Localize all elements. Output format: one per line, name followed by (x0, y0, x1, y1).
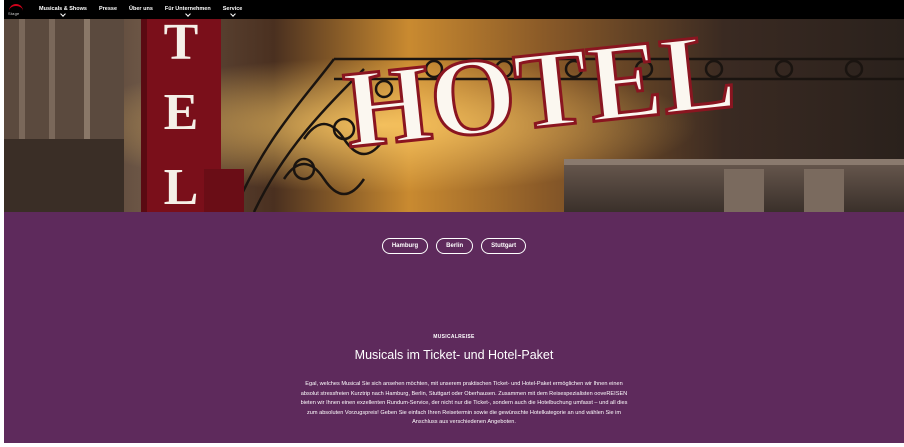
chevron-down-icon (60, 11, 66, 17)
nav-item-label: Presse (99, 6, 118, 12)
main-menu: Musicals & Shows Presse Über uns Für Unt… (33, 0, 248, 19)
stage-logo[interactable]: Stage (7, 3, 25, 17)
section-headline: Musicals im Ticket- und Hotel-Paket (354, 348, 554, 362)
chevron-down-icon (184, 11, 191, 17)
chevron-down-icon (229, 11, 236, 17)
svg-text:E: E (164, 84, 199, 141)
nav-item-ueber-uns[interactable]: Über uns (123, 0, 159, 19)
svg-text:L: L (164, 159, 199, 212)
hero-image: T E L HOTEL (4, 19, 904, 212)
svg-text:T: T (164, 19, 199, 71)
city-filter: Hamburg Berlin Stuttgart (4, 238, 904, 254)
section-kicker: MUSICALREISE (433, 334, 475, 340)
page: Stage Musicals & Shows Presse Über uns F… (4, 0, 904, 443)
nav-item-service[interactable]: Service (217, 0, 249, 19)
logo-text: Stage (8, 10, 20, 16)
nav-item-presse[interactable]: Presse (93, 0, 123, 19)
nav-item-musicals-shows[interactable]: Musicals & Shows (33, 0, 93, 19)
nav-item-label: Über uns (129, 6, 153, 12)
city-button-hamburg[interactable]: Hamburg (381, 238, 429, 254)
city-button-berlin[interactable]: Berlin (436, 238, 474, 254)
nav-item-fuer-unternehmen[interactable]: Für Unternehmen (159, 0, 217, 19)
musicalreise-section: Hamburg Berlin Stuttgart MUSICALREISE Mu… (4, 212, 904, 443)
hotel-sign-photo: T E L HOTEL (4, 19, 904, 212)
city-button-stuttgart[interactable]: Stuttgart (481, 238, 527, 254)
section-body-text: Egal, welches Musical Sie sich ansehen m… (300, 381, 628, 425)
top-navigation: Stage Musicals & Shows Presse Über uns F… (4, 0, 904, 19)
